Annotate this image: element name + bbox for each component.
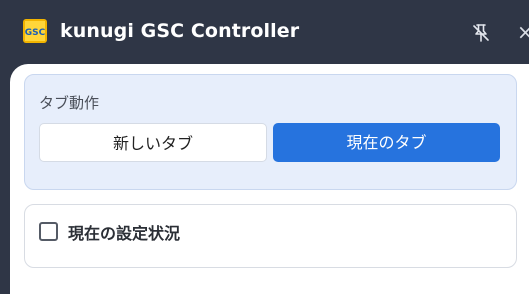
current-settings-label[interactable]: 現在の設定状況 — [68, 220, 180, 244]
svg-text:GSC: GSC — [25, 28, 46, 38]
current-tab-button[interactable]: 現在のタブ — [273, 123, 500, 162]
tab-action-label: タブ動作 — [39, 94, 100, 112]
title-bar: GSC kunugi GSC Controller × — [0, 0, 529, 66]
close-icon[interactable]: × — [517, 20, 529, 44]
window-title: kunugi GSC Controller — [60, 20, 300, 42]
pin-off-icon[interactable] — [470, 22, 492, 44]
current-settings-checkbox[interactable] — [39, 222, 58, 241]
app-logo-icon: GSC — [23, 19, 47, 43]
new-tab-button[interactable]: 新しいタブ — [39, 123, 267, 162]
